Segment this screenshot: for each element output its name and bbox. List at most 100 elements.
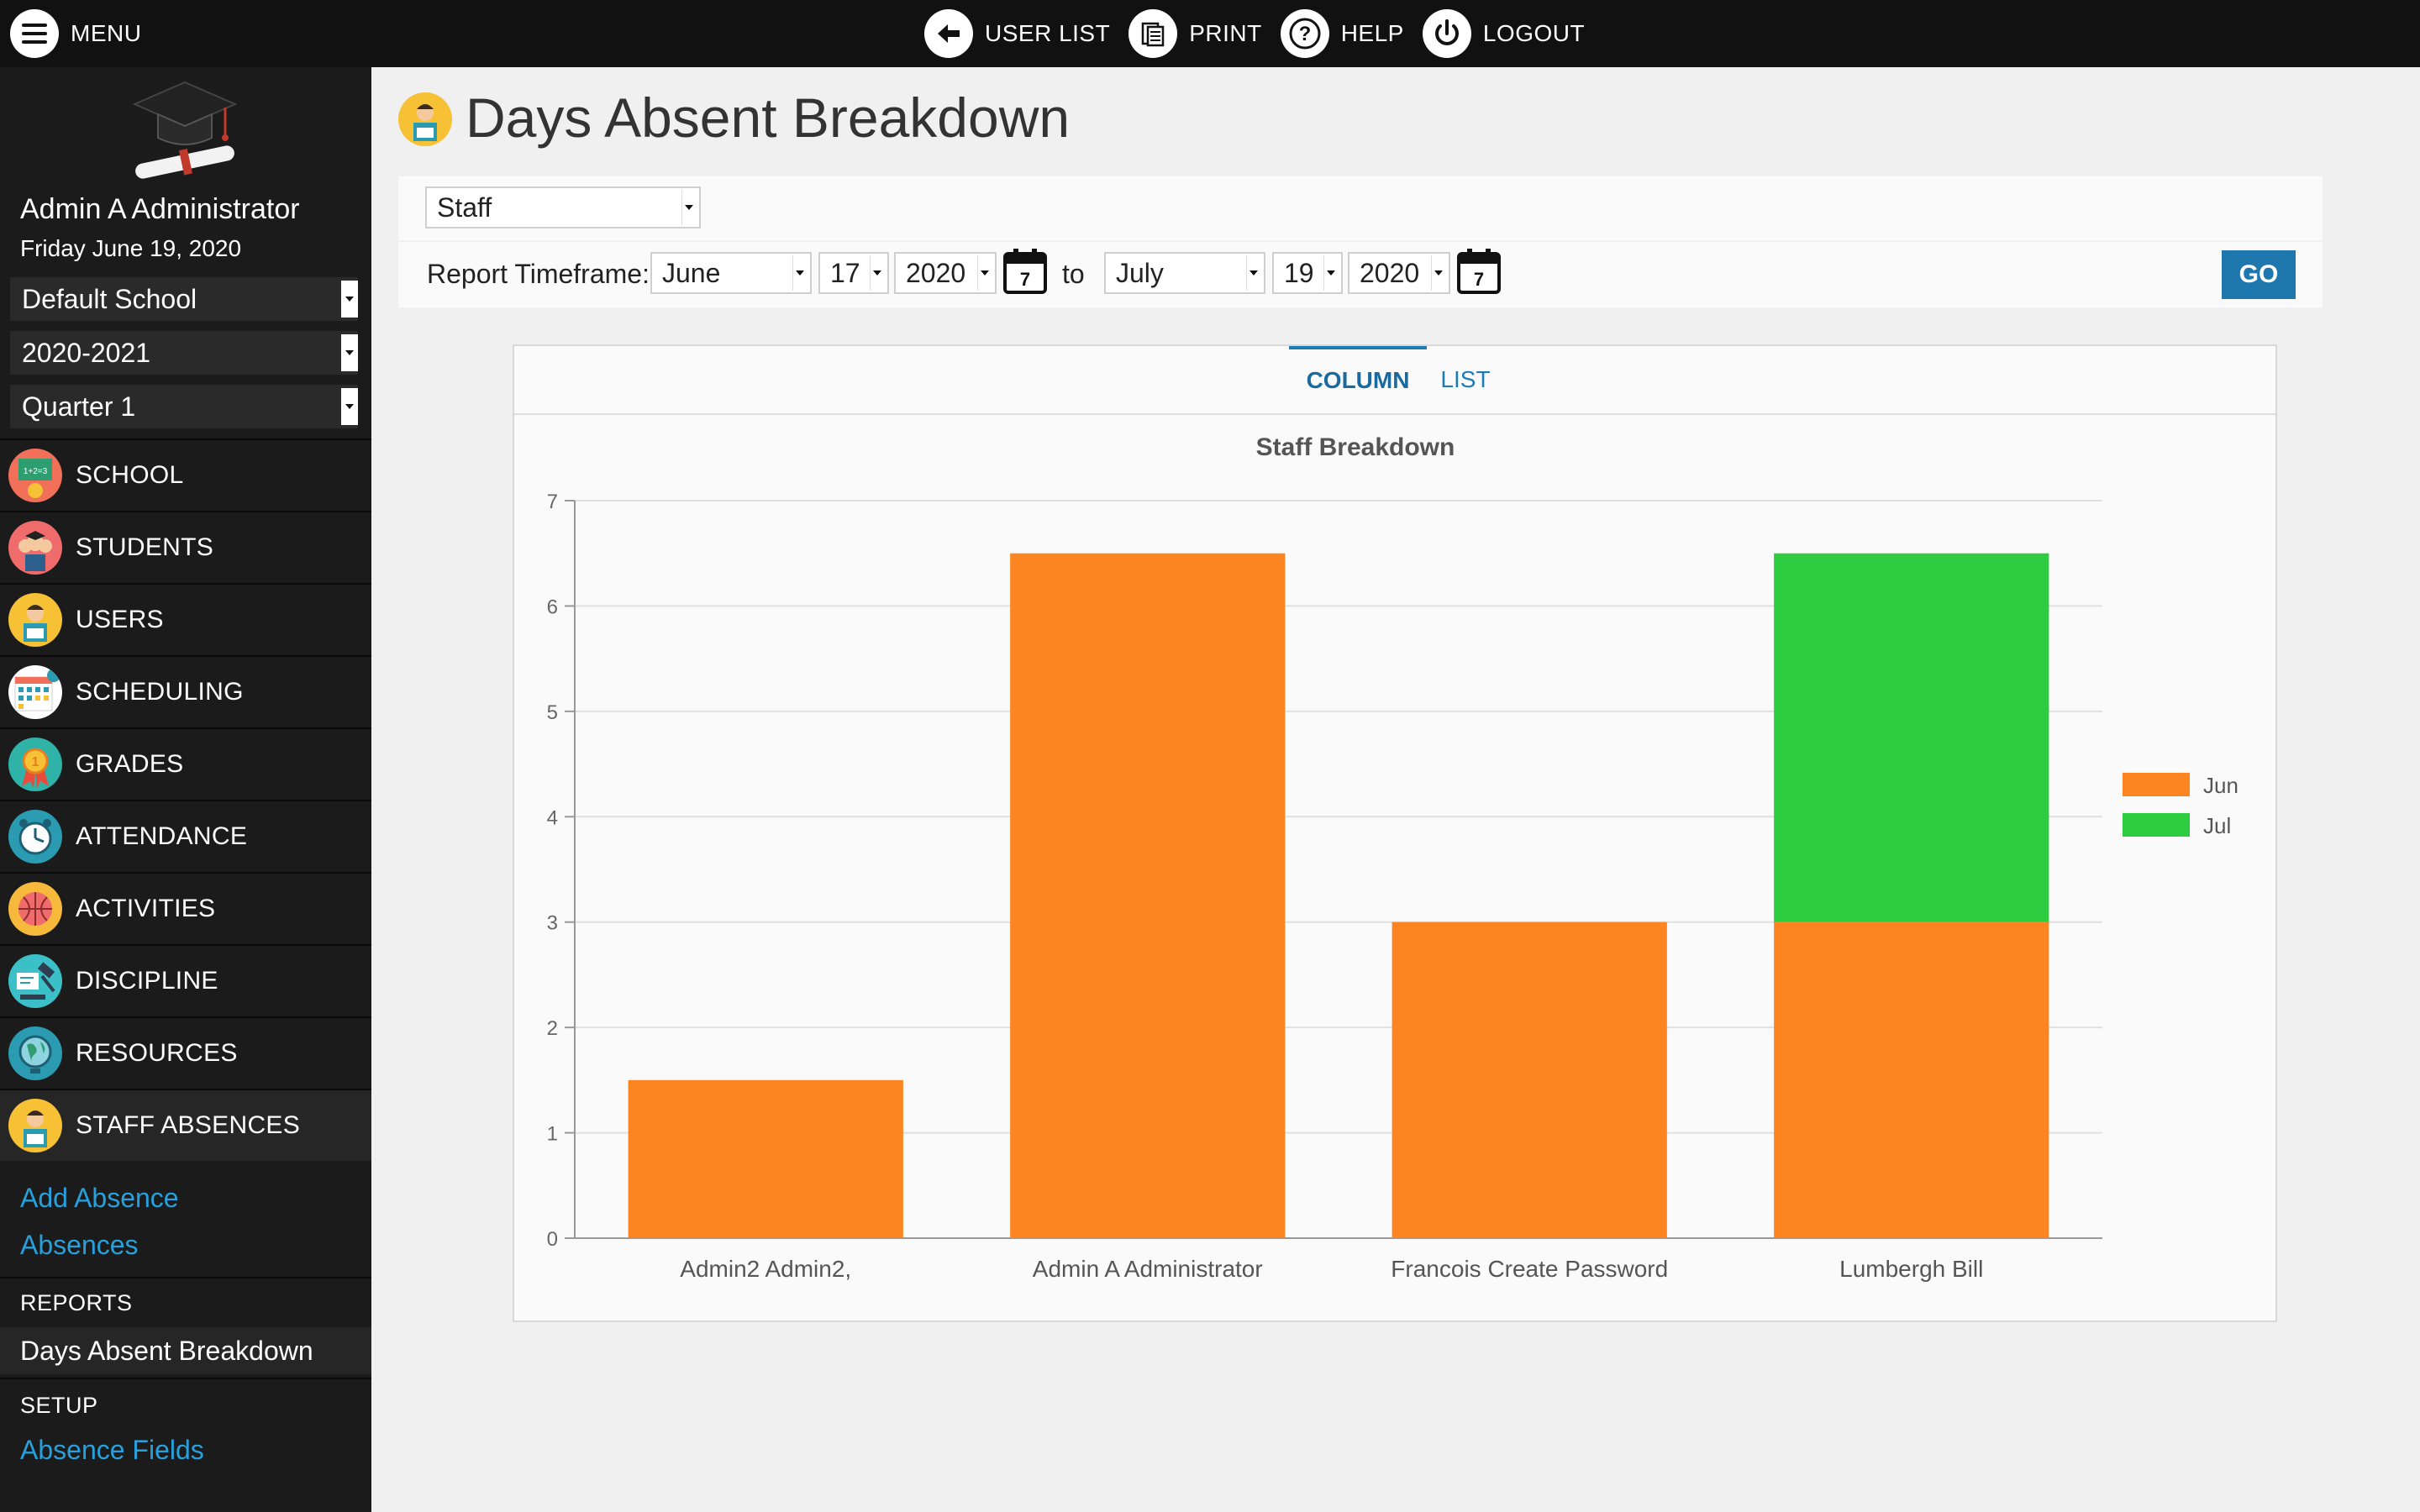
y-tick-label: 1 [547, 1123, 558, 1146]
users-icon [8, 593, 62, 647]
tab-column[interactable]: COLUMN [1289, 346, 1427, 415]
students-icon [8, 521, 62, 575]
y-tick-label: 3 [547, 912, 558, 935]
sidebar-item-students[interactable]: STUDENTS [0, 511, 371, 583]
to-year-select[interactable]: 2020 [1348, 252, 1450, 294]
sidebar-item-label: STAFF ABSENCES [76, 1111, 301, 1139]
chevron-down-icon [792, 255, 807, 291]
filter-bar: Staff [398, 176, 2323, 240]
chevron-down-icon [681, 190, 696, 225]
x-tick-label: Francois Create Password [1391, 1256, 1668, 1282]
to-month-value: July [1116, 258, 1164, 288]
term-select-value: Quarter 1 [22, 391, 136, 422]
sidebar-item-resources[interactable]: RESOURCES [0, 1016, 371, 1089]
logout-label: LOGOUT [1482, 20, 1586, 46]
bar-jun [1010, 553, 1286, 1238]
school-select[interactable]: Default School [10, 277, 358, 321]
x-tick-label: Admin A Administrator [1033, 1256, 1263, 1282]
chevron-down-icon [341, 281, 358, 318]
chart-title: Staff Breakdown [1256, 433, 1455, 461]
clock-icon [8, 810, 62, 864]
user-name: Admin A Administrator [20, 193, 300, 225]
chevron-down-icon [1246, 255, 1260, 291]
to-day-value: 19 [1284, 258, 1314, 288]
bar-jul [1774, 553, 2049, 922]
y-tick-label: 4 [547, 806, 558, 829]
sidebar-item-discipline[interactable]: DISCIPLINE [0, 944, 371, 1016]
sidebar-item-label: SCHEDULING [76, 678, 244, 706]
calendar-day-text: 7 [1474, 269, 1484, 290]
svg-text:1: 1 [32, 755, 39, 769]
days-absent-breakdown-link[interactable]: Days Absent Breakdown [0, 1327, 371, 1374]
legend-label: Jul [2203, 813, 2231, 838]
calendar-picker-icon[interactable]: 7 [1002, 247, 1049, 296]
sidebar-nav: 1+2=3 SCHOOL STUDENTS USERS SCHEDULING 1 [0, 438, 371, 1161]
from-year-select[interactable]: 2020 [894, 252, 997, 294]
sidebar-item-label: STUDENTS [76, 533, 214, 561]
report-type-select[interactable]: Staff [425, 186, 701, 228]
from-month-select[interactable]: June [650, 252, 812, 294]
print-button[interactable]: PRINT [1128, 9, 1262, 58]
y-tick-label: 0 [547, 1228, 558, 1251]
timeframe-bar: Report Timeframe: June 17 2020 7 to July… [398, 242, 2323, 307]
legend-swatch [2123, 813, 2190, 837]
to-day-select[interactable]: 19 [1272, 252, 1343, 294]
sidebar-item-grades[interactable]: 1 GRADES [0, 727, 371, 800]
user-list-label: USER LIST [985, 20, 1111, 46]
medal-icon: 1 [8, 738, 62, 791]
staff-breakdown-chart: Staff Breakdown 0 1 2 3 4 5 6 7 Admin2 Admin2, Adm… [547, 433, 2238, 1282]
view-tabs: COLUMN LIST [514, 346, 2275, 415]
x-tick-label: Lumbergh Bill [1839, 1256, 1983, 1282]
sidebar-item-label: SCHOOL [76, 461, 184, 489]
sidebar-item-label: GRADES [76, 750, 184, 778]
sidebar: Admin A Administrator Friday June 19, 20… [0, 67, 371, 1512]
menu-button[interactable]: MENU [10, 8, 141, 59]
arrow-left-icon [924, 9, 973, 58]
y-tick-label: 6 [547, 596, 558, 618]
globe-icon [8, 1026, 62, 1080]
school-icon: 1+2=3 [8, 449, 62, 502]
calendar-icon [8, 665, 62, 719]
svg-text:?: ? [1298, 23, 1311, 45]
go-button[interactable]: GO [2222, 250, 2296, 299]
chevron-down-icon [977, 255, 992, 291]
user-list-button[interactable]: USER LIST [924, 9, 1110, 58]
calendar-picker-icon[interactable]: 7 [1455, 247, 1502, 296]
year-select[interactable]: 2020-2021 [10, 331, 358, 375]
bar-jun [1774, 921, 2049, 1238]
chevron-down-icon [1323, 255, 1338, 291]
term-select[interactable]: Quarter 1 [10, 385, 358, 428]
absence-fields-link[interactable]: Absence Fields [20, 1435, 204, 1466]
report-type-value: Staff [437, 192, 492, 223]
hamburger-icon [10, 9, 59, 58]
sidebar-item-activities[interactable]: ACTIVITIES [0, 872, 371, 944]
print-icon [1128, 9, 1178, 58]
help-label: HELP [1340, 20, 1404, 46]
absences-link[interactable]: Absences [20, 1230, 139, 1261]
from-month-value: June [662, 258, 721, 288]
sidebar-item-users[interactable]: USERS [0, 583, 371, 655]
sidebar-item-label: RESOURCES [76, 1039, 238, 1067]
logout-button[interactable]: LOGOUT [1422, 9, 1586, 58]
tab-list[interactable]: LIST [1432, 346, 1499, 412]
current-date: Friday June 19, 2020 [20, 235, 242, 261]
power-icon [1422, 9, 1471, 58]
help-button[interactable]: ? HELP [1280, 9, 1404, 58]
menu-label: MENU [71, 20, 142, 46]
y-tick-label: 7 [547, 491, 558, 513]
gavel-icon [8, 954, 62, 1008]
sidebar-item-staff-absences[interactable]: STAFF ABSENCES [0, 1089, 371, 1161]
add-absence-link[interactable]: Add Absence [20, 1183, 179, 1214]
page-title: Days Absent Breakdown [466, 87, 1071, 149]
chart-panel: COLUMN LIST Staff Breakdown 0 1 2 3 4 5 6 7 Admin… [513, 344, 2277, 1322]
sidebar-item-school[interactable]: 1+2=3 SCHOOL [0, 438, 371, 511]
from-day-select[interactable]: 17 [818, 252, 889, 294]
reports-heading: REPORTS [20, 1290, 133, 1315]
staff-icon [398, 92, 452, 146]
chevron-down-icon [341, 334, 358, 371]
sidebar-item-attendance[interactable]: ATTENDANCE [0, 800, 371, 872]
sidebar-item-scheduling[interactable]: SCHEDULING [0, 655, 371, 727]
to-month-select[interactable]: July [1104, 252, 1265, 294]
chevron-down-icon [870, 255, 884, 291]
to-label: to [1062, 259, 1085, 289]
